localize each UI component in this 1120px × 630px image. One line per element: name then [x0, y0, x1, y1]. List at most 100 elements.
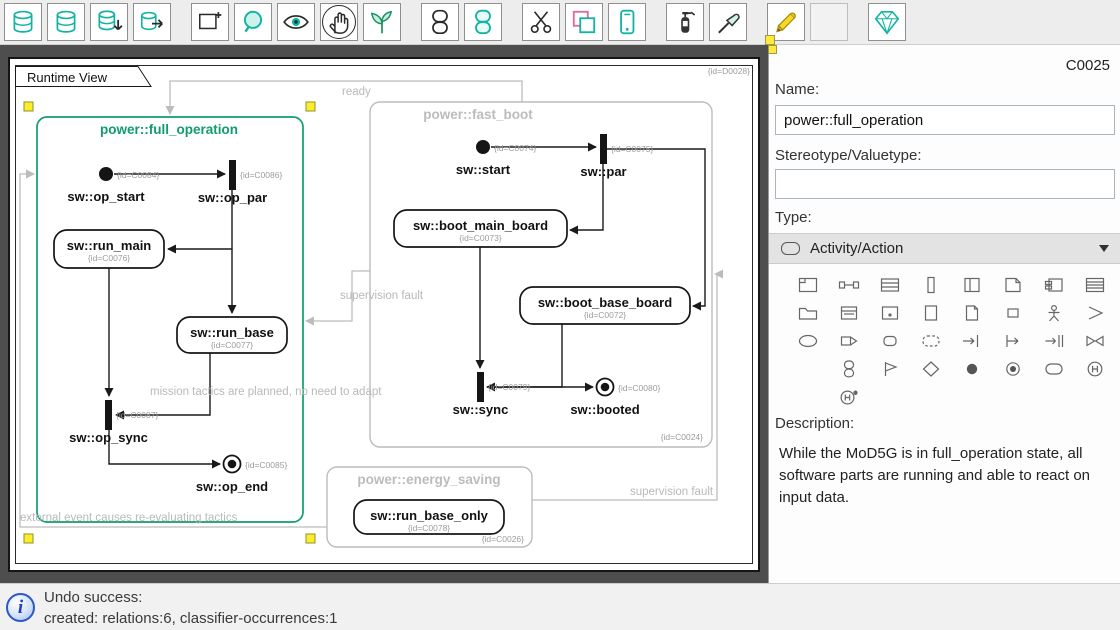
palette-frame-icon[interactable] — [787, 271, 828, 299]
chevron-down-icon — [1099, 245, 1109, 252]
node-label: sw::run_main — [67, 238, 152, 253]
id-tag: {id=C0026} — [482, 534, 524, 544]
node-label: sw::op_start — [67, 189, 145, 204]
status-line-2: created: relations:6, classifier-occurre… — [44, 608, 337, 629]
palette-vrect-icon[interactable] — [910, 271, 951, 299]
diagram[interactable]: {id=D0028}Runtime Viewpower::full_operat… — [8, 57, 760, 572]
status-bar: Undo success: created: relations:6, clas… — [0, 583, 1120, 630]
palette-link-icon[interactable] — [828, 271, 869, 299]
palette-colrect-icon[interactable] — [951, 271, 992, 299]
node-label: sw::boot_base_board — [538, 295, 672, 310]
stereotype-input[interactable] — [775, 169, 1115, 199]
id-tag: {id=C0075} — [611, 144, 653, 154]
palette-bowtie-icon[interactable] — [1074, 327, 1115, 355]
selection-handle[interactable] — [306, 534, 315, 543]
fork-join-bar[interactable] — [477, 372, 484, 402]
palette-page-icon[interactable] — [910, 299, 951, 327]
palette-note-icon[interactable] — [992, 271, 1033, 299]
palette-hourglass-icon[interactable] — [828, 355, 869, 383]
export-model-icon[interactable] — [133, 3, 171, 41]
description-text[interactable]: While the MoD5G is in full_operation sta… — [779, 443, 1111, 508]
fork-join-bar[interactable] — [105, 400, 112, 430]
copy-tool-icon[interactable] — [565, 3, 603, 41]
initial-node[interactable] — [99, 167, 113, 181]
transition-edge[interactable] — [487, 324, 562, 387]
palette-final-icon[interactable] — [992, 355, 1033, 383]
node-label: sw::boot_main_board — [413, 218, 548, 233]
palette-deephistory-icon[interactable] — [828, 383, 869, 411]
palette-swimlane-icon[interactable] — [1033, 327, 1074, 355]
palette-history-icon[interactable] — [1074, 355, 1115, 383]
grow-tool-icon[interactable] — [363, 3, 401, 41]
panel-corner-marker[interactable] — [768, 45, 777, 54]
type-dropdown[interactable]: Activity/Action — [769, 233, 1120, 264]
palette-folder-icon[interactable] — [787, 299, 828, 327]
id-tag: {id=C0073} — [459, 233, 501, 243]
palette-pennant-icon[interactable] — [869, 355, 910, 383]
transition-edge[interactable] — [116, 353, 210, 415]
gem-tool-icon[interactable] — [868, 3, 906, 41]
state-frame-label: power::energy_saving — [357, 472, 500, 487]
name-input[interactable] — [775, 105, 1115, 135]
id-tag: {id=C0079} — [488, 382, 530, 392]
node-label: sw::start — [456, 162, 511, 177]
palette-rrect-icon[interactable] — [1033, 355, 1074, 383]
palette-pagefold-icon[interactable] — [951, 299, 992, 327]
state-frame-label: power::fast_boot — [423, 107, 533, 122]
palette-dashedrrect-icon[interactable] — [910, 327, 951, 355]
new-frame-icon[interactable] — [191, 3, 229, 41]
id-tag: {id=C0024} — [661, 432, 703, 442]
node-label: sw::sync — [453, 402, 509, 417]
state-element-icon[interactable] — [421, 3, 459, 41]
cleanup-tool-icon[interactable] — [709, 3, 747, 41]
palette-bracket-icon[interactable] — [1074, 299, 1115, 327]
palette-dotbox-icon[interactable] — [869, 299, 910, 327]
state-frame[interactable] — [370, 102, 712, 447]
pan-tool-icon[interactable] — [320, 3, 358, 41]
palette-table-icon[interactable] — [869, 271, 910, 299]
state-element-teal-icon[interactable] — [464, 3, 502, 41]
palette-list-icon[interactable] — [1074, 271, 1115, 299]
palette-listbox-icon[interactable] — [828, 299, 869, 327]
save-model-icon[interactable] — [90, 3, 128, 41]
type-value: Activity/Action — [810, 240, 903, 257]
node-label: sw::op_end — [196, 479, 268, 494]
selection-handle[interactable] — [24, 534, 33, 543]
zoom-tool-icon[interactable] — [234, 3, 272, 41]
initial-node[interactable] — [476, 140, 490, 154]
fork-join-bar[interactable] — [229, 160, 236, 190]
palette-forkarrow-icon[interactable] — [992, 327, 1033, 355]
selection-handle[interactable] — [306, 102, 315, 111]
fork-join-bar[interactable] — [600, 134, 607, 164]
palette-initial-icon[interactable] — [951, 355, 992, 383]
empty-slot-icon[interactable] — [810, 3, 848, 41]
palette-flagrect-icon[interactable] — [828, 327, 869, 355]
palette-smallrrect-icon[interactable] — [869, 327, 910, 355]
diagram-id-tag: {id=D0028} — [708, 66, 750, 76]
element-id-label: C0025 — [1066, 57, 1110, 74]
palette-ellipse-icon[interactable] — [787, 327, 828, 355]
palette-component-icon[interactable] — [1033, 271, 1074, 299]
model-db-1-icon[interactable] — [4, 3, 42, 41]
paste-tool-icon[interactable] — [608, 3, 646, 41]
model-db-2-icon[interactable] — [47, 3, 85, 41]
palette-diamond-icon[interactable] — [910, 355, 951, 383]
status-line-1: Undo success: — [44, 587, 337, 608]
delete-tool-icon[interactable] — [666, 3, 704, 41]
palette-actor-icon[interactable] — [1033, 299, 1074, 327]
final-node-dot — [601, 383, 610, 392]
transition-label: supervision fault — [340, 290, 424, 302]
node-label: sw::run_base — [190, 325, 274, 340]
palette-joinarrow-icon[interactable] — [951, 327, 992, 355]
view-tool-icon[interactable] — [277, 3, 315, 41]
cut-tool-icon[interactable] — [522, 3, 560, 41]
id-tag: {id=C0078} — [408, 523, 450, 533]
edit-tool-icon[interactable] — [767, 3, 805, 41]
diagram-tab-label: Runtime View — [27, 70, 108, 85]
palette-spacer — [787, 383, 828, 411]
id-tag: {id=C0086} — [240, 170, 282, 180]
transition-label: ready — [342, 86, 371, 98]
palette-smallrect-icon[interactable] — [992, 299, 1033, 327]
action-shape-icon — [781, 242, 800, 255]
selection-handle[interactable] — [24, 102, 33, 111]
